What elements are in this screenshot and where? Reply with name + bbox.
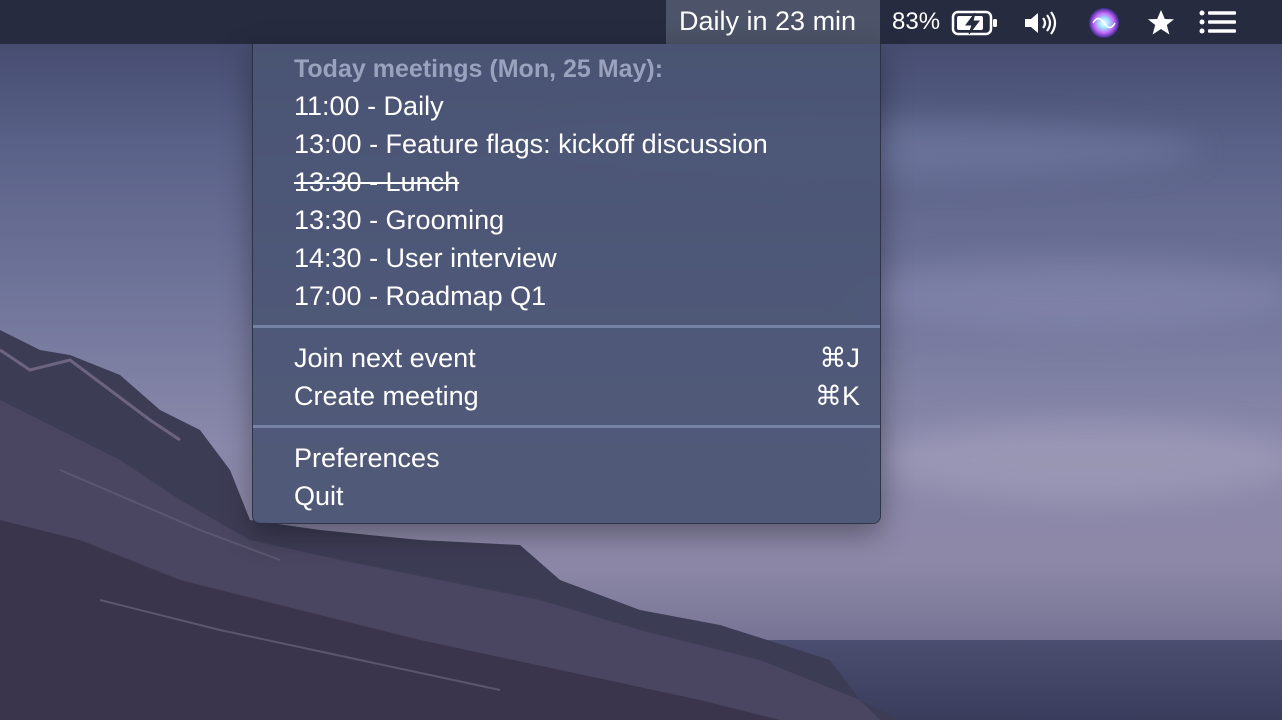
- menu-separator: [253, 325, 880, 328]
- event-label: 13:30 - Lunch: [294, 167, 460, 197]
- event-label: 13:00 - Feature flags: kickoff discussio…: [294, 129, 768, 159]
- meeting-status-title[interactable]: Daily in 23 min: [679, 6, 856, 37]
- menu-header: Today meetings (Mon, 25 May):: [294, 55, 664, 83]
- menu-item-event[interactable]: 17:00 - Roadmap Q1: [253, 277, 880, 315]
- battery-charging-icon[interactable]: [951, 9, 999, 37]
- join-next-event-shortcut: ⌘J: [819, 343, 861, 373]
- preferences-label: Preferences: [294, 443, 440, 473]
- create-meeting-shortcut: ⌘K: [814, 381, 860, 411]
- menu-item-event[interactable]: 13:00 - Feature flags: kickoff discussio…: [253, 125, 880, 163]
- star-icon[interactable]: [1146, 8, 1176, 38]
- event-label: 14:30 - User interview: [294, 243, 557, 273]
- menu-separator: [253, 425, 880, 428]
- menu-item-event[interactable]: 14:30 - User interview: [253, 239, 880, 277]
- notification-center-icon[interactable]: [1199, 10, 1237, 34]
- event-label: 11:00 - Daily: [294, 91, 444, 121]
- menu-bar: Daily in 23 min 83%: [0, 0, 1282, 44]
- menu-item-event[interactable]: 13:30 - Grooming: [253, 201, 880, 239]
- event-label: 13:30 - Grooming: [294, 205, 505, 235]
- preferences-item[interactable]: Preferences: [253, 439, 880, 477]
- quit-item[interactable]: Quit: [253, 477, 880, 515]
- menu-item-event-past[interactable]: 13:30 - Lunch: [253, 163, 880, 201]
- quit-label: Quit: [294, 481, 344, 511]
- join-next-event-label: Join next event: [294, 343, 476, 373]
- menu-item-event[interactable]: 11:00 - Daily: [253, 87, 880, 125]
- volume-icon[interactable]: [1023, 10, 1059, 36]
- create-meeting-label: Create meeting: [294, 381, 479, 411]
- meetings-dropdown-menu: Today meetings (Mon, 25 May): 11:00 - Da…: [252, 44, 881, 524]
- create-meeting-item[interactable]: Create meeting ⌘K: [253, 377, 880, 415]
- join-next-event-item[interactable]: Join next event ⌘J: [253, 339, 880, 377]
- battery-percent[interactable]: 83%: [892, 8, 940, 36]
- siri-icon[interactable]: [1087, 6, 1121, 40]
- event-label: 17:00 - Roadmap Q1: [294, 281, 547, 311]
